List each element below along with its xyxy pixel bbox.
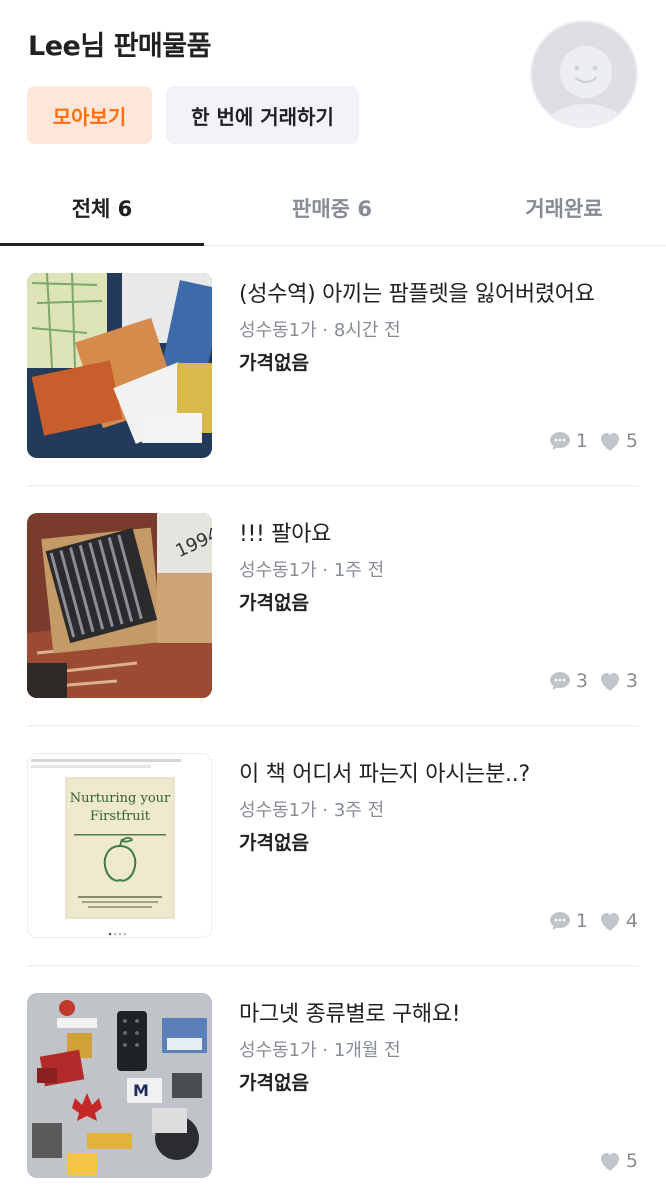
book-cover-title: Nurturing your Firstfruit xyxy=(66,790,174,826)
like-count-value: 5 xyxy=(625,430,638,452)
item-title: 이 책 어디서 파는지 아시는분..? xyxy=(239,762,530,787)
heart-icon xyxy=(600,433,619,451)
item-thumbnail: Nurturing your Firstfruit xyxy=(27,753,212,938)
like-count-value: 3 xyxy=(625,670,638,692)
item-title: !!! 팔아요 xyxy=(239,522,332,547)
like-count: 5 xyxy=(598,430,638,452)
item-price: 가격없음 xyxy=(239,592,309,614)
default-avatar-icon xyxy=(543,46,629,126)
item-location-time: 성수동1가 · 1주 전 xyxy=(239,560,385,581)
chat-count-value: 1 xyxy=(575,910,588,932)
like-count-value: 4 xyxy=(625,910,638,932)
sales-status-tabs: 전체 6 판매중 6 거래완료 xyxy=(0,170,666,246)
avatar[interactable] xyxy=(530,20,638,128)
like-count: 4 xyxy=(598,910,638,932)
svg-text:M: M xyxy=(133,1081,149,1100)
like-count: 5 xyxy=(598,1150,638,1172)
pamphlets-photo xyxy=(27,273,212,458)
book-photo xyxy=(28,754,211,937)
item-thumbnail xyxy=(27,273,212,458)
item-stats: 5 xyxy=(588,1150,638,1172)
chat-count: 1 xyxy=(548,910,588,932)
chat-count: 3 xyxy=(548,670,588,692)
cd-box-photo: 1994 xyxy=(27,513,212,698)
list-item[interactable]: (성수역) 아끼는 팜플렛을 잃어버렸어요 성수동1가 · 8시간 전 가격없음… xyxy=(0,246,666,486)
tab-selling[interactable]: 판매중 6 xyxy=(230,170,434,246)
page-title: Lee님 판매물품 xyxy=(28,31,211,62)
item-stats: 1 4 xyxy=(538,910,638,932)
fridge-magnets-photo: M xyxy=(27,993,212,1178)
list-item[interactable]: Nurturing your Firstfruit 이 책 어디서 파는지 아시… xyxy=(0,726,666,966)
item-stats: 3 3 xyxy=(538,670,638,692)
chat-bubble-icon xyxy=(549,672,570,690)
chat-bubble-icon xyxy=(549,432,570,450)
like-count: 3 xyxy=(598,670,638,692)
item-location-time: 성수동1가 · 3주 전 xyxy=(239,800,385,821)
bundle-trade-button[interactable]: 한 번에 거래하기 xyxy=(166,86,359,144)
collect-view-button[interactable]: 모아보기 xyxy=(27,86,152,144)
item-thumbnail: 1994 xyxy=(27,513,212,698)
item-thumbnail: M xyxy=(27,993,212,1178)
item-title: (성수역) 아끼는 팜플렛을 잃어버렸어요 xyxy=(239,282,595,307)
item-price: 가격없음 xyxy=(239,352,309,374)
list-item[interactable]: 1994 !!! 팔아요 성수동1가 · 1주 전 가격없음 3 3 xyxy=(0,486,666,726)
heart-icon xyxy=(600,1153,619,1171)
item-title: 마그넷 종류별로 구해요! xyxy=(239,1002,461,1027)
book-title-line: Firstfruit xyxy=(89,809,151,824)
item-stats: 1 5 xyxy=(538,430,638,452)
item-location-time: 성수동1가 · 8시간 전 xyxy=(239,320,401,341)
heart-icon xyxy=(600,673,619,691)
list-item[interactable]: M 마그넷 종류별로 구해요! 성수동1가 · 1개월 전 가격없음 5 xyxy=(0,966,666,1200)
chat-count-value: 3 xyxy=(575,670,588,692)
item-price: 가격없음 xyxy=(239,1072,309,1094)
item-price: 가격없음 xyxy=(239,832,309,854)
heart-icon xyxy=(600,913,619,931)
chat-count-value: 1 xyxy=(575,430,588,452)
like-count-value: 5 xyxy=(625,1150,638,1172)
tab-completed[interactable]: 거래완료 xyxy=(462,170,666,246)
item-location-time: 성수동1가 · 1개월 전 xyxy=(239,1040,401,1061)
chat-count: 1 xyxy=(548,430,588,452)
book-title-line: Nurturing your xyxy=(69,791,171,806)
chat-bubble-icon xyxy=(549,912,570,930)
profile-header: Lee님 판매물품 모아보기 한 번에 거래하기 xyxy=(0,0,666,170)
tab-all[interactable]: 전체 6 xyxy=(0,170,204,246)
